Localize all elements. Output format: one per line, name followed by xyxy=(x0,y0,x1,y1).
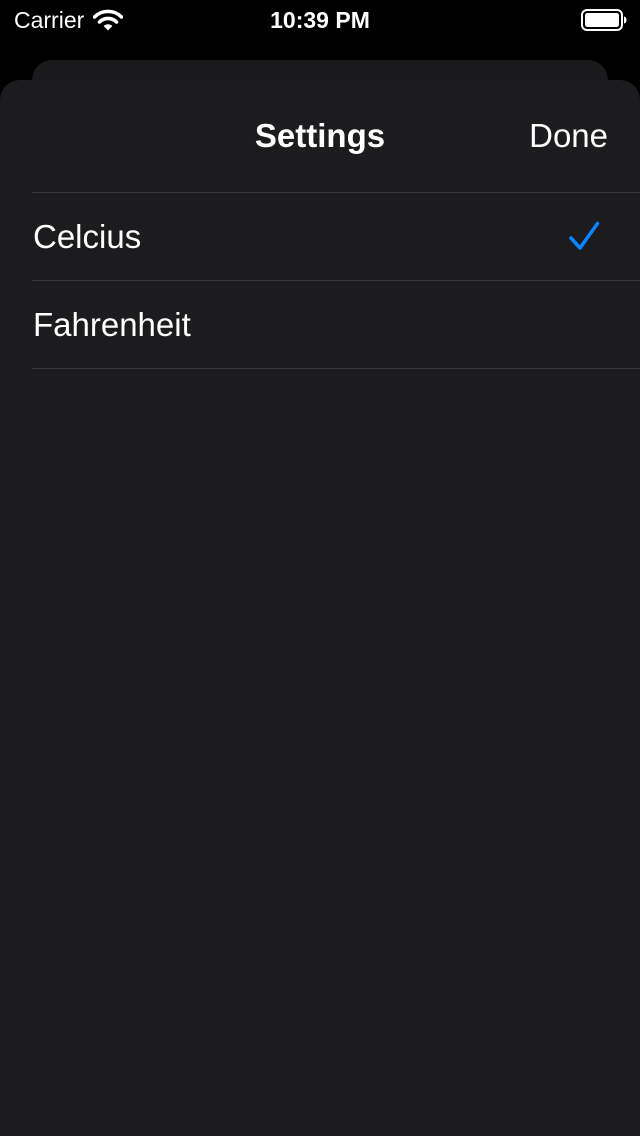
battery-full-icon xyxy=(581,9,627,31)
option-fahrenheit[interactable]: Fahrenheit xyxy=(0,281,640,368)
option-label: Celcius xyxy=(33,217,142,255)
done-button[interactable]: Done xyxy=(529,116,608,156)
navigation-bar: Settings Done xyxy=(0,80,640,192)
unit-options-list: Celcius Fahrenheit xyxy=(0,192,640,369)
status-time: 10:39 PM xyxy=(270,7,370,33)
settings-sheet: Settings Done Celcius Fahrenheit xyxy=(0,80,640,1136)
status-bar: Carrier 10:39 PM xyxy=(0,0,640,40)
option-label: Fahrenheit xyxy=(33,305,191,343)
checkmark-icon xyxy=(569,221,600,250)
list-separator xyxy=(0,368,640,369)
option-celcius[interactable]: Celcius xyxy=(0,193,640,280)
